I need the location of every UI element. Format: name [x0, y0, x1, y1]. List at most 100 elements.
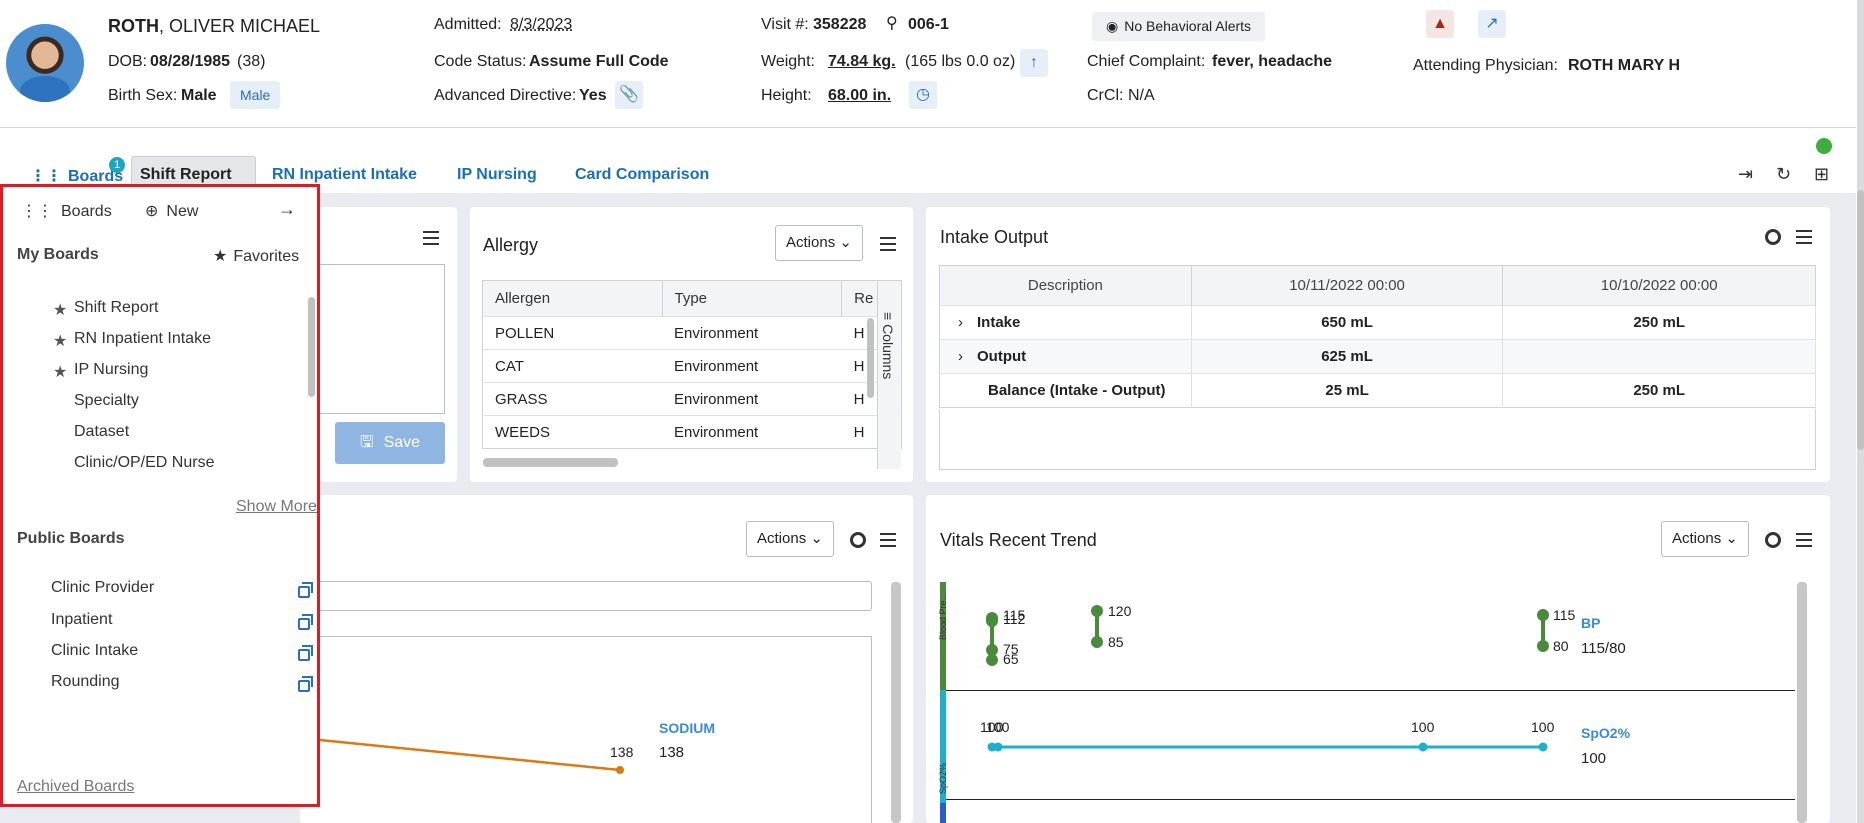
tab-card-comparison[interactable]: Card Comparison	[575, 166, 709, 184]
io-col-date2[interactable]: 10/10/2022 00:00	[1502, 265, 1816, 306]
tab-rn-inpatient-intake[interactable]: RN Inpatient Intake	[272, 166, 417, 184]
board-item-rn-inpatient-intake[interactable]: RN Inpatient Intake	[74, 330, 211, 348]
cell: POLLEN	[482, 316, 662, 350]
star-icon[interactable]: ★	[53, 331, 67, 351]
save-icon: 🖫	[359, 434, 374, 451]
table-row[interactable]: POLLEN Environment H	[482, 316, 902, 350]
bp-point-label: 80	[1553, 638, 1569, 654]
cell: 250 mL	[1502, 305, 1816, 340]
spo2-series	[987, 742, 1548, 752]
collapse-right-icon[interactable]: ⇥	[1738, 164, 1753, 185]
patient-name: ROTH, OLIVER MICHAEL	[108, 16, 321, 36]
table-row[interactable]: GRASS Environment H	[482, 382, 902, 416]
crcl-value: N/A	[1128, 87, 1155, 104]
row-label: Balance (Intake - Output)	[939, 373, 1192, 408]
labs-search-input[interactable]	[300, 581, 872, 611]
public-board-clinic-intake[interactable]: Clinic Intake	[51, 642, 138, 660]
allergy-vscroll[interactable]	[867, 318, 874, 398]
bp-point-label: 120	[1108, 603, 1132, 619]
notes-menu-icon[interactable]	[423, 231, 439, 245]
tab-shift-report[interactable]: Shift Report	[140, 166, 232, 184]
board-item-ip-nursing[interactable]: IP Nursing	[74, 361, 148, 379]
copy-icon[interactable]	[298, 645, 313, 661]
copy-icon[interactable]	[298, 676, 313, 692]
brain-icon: ◉	[1106, 18, 1119, 34]
star-icon[interactable]: ★	[53, 362, 67, 382]
cell: GRASS	[482, 382, 662, 416]
allergy-alert-icon[interactable]: ▲	[1426, 10, 1454, 38]
dob-value: 08/28/1985	[150, 53, 231, 70]
io-col-description[interactable]: Description	[939, 265, 1192, 306]
physician-label: Attending Physician:	[1413, 57, 1558, 74]
board-item-specialty[interactable]: Specialty	[74, 392, 139, 410]
allergy-hscroll[interactable]	[483, 458, 618, 467]
table-row[interactable]: › Intake 650 mL 250 mL	[939, 305, 1816, 340]
archived-boards-link[interactable]: Archived Boards	[17, 778, 134, 796]
tab-ip-nursing[interactable]: IP Nursing	[457, 166, 537, 184]
columns-label[interactable]: ≡ Columns	[880, 312, 896, 379]
behavioral-alerts-badge[interactable]: ◉ No Behavioral Alerts	[1092, 12, 1266, 41]
io-col-date1[interactable]: 10/11/2022 00:00	[1191, 265, 1504, 306]
page-scrollbar[interactable]	[1857, 190, 1864, 450]
table-row[interactable]: CAT Environment H	[482, 349, 902, 383]
admitted-value[interactable]: 8/3/2023	[510, 16, 572, 34]
copy-icon[interactable]	[298, 582, 313, 598]
labs-actions-button[interactable]: Actions ⌄	[746, 521, 834, 557]
birth-sex-value: Male	[181, 87, 217, 104]
paperclip-icon[interactable]: 📎	[615, 81, 643, 109]
chevron-down-icon: ⌄	[810, 530, 823, 547]
height-value[interactable]: 68.00 in.	[828, 87, 891, 105]
table-row[interactable]: Balance (Intake - Output) 25 mL 250 mL	[939, 373, 1816, 408]
board-item-dataset[interactable]: Dataset	[74, 423, 129, 441]
board-item-shift-report[interactable]: Shift Report	[74, 299, 158, 317]
notes-textarea[interactable]	[300, 264, 445, 414]
show-more-link[interactable]: Show More	[236, 498, 317, 516]
my-boards-scrollbar[interactable]	[308, 297, 315, 397]
public-board-rounding[interactable]: Rounding	[51, 673, 120, 691]
arrow-right-icon[interactable]: →	[278, 199, 296, 220]
allergy-col-allergen[interactable]: Allergen	[482, 280, 663, 317]
cell: Environment	[662, 349, 842, 383]
intake-menu-icon[interactable]	[1796, 230, 1812, 244]
vitals-vscroll[interactable]	[1797, 582, 1807, 823]
chart-link-icon[interactable]: ↗	[1478, 10, 1506, 38]
row-label: Intake	[977, 314, 1021, 331]
intake-settings-gear-icon[interactable]	[1765, 229, 1781, 245]
labs-settings-gear-icon[interactable]	[850, 532, 866, 548]
board-item-clinic-op-ed-nurse[interactable]: Clinic/OP/ED Nurse	[74, 454, 214, 472]
location-pin-icon: ⚲	[886, 15, 898, 32]
bp-latest-value: 115/80	[1581, 640, 1626, 657]
vitals-actions-button[interactable]: Actions ⌄	[1661, 521, 1749, 557]
vitals-settings-gear-icon[interactable]	[1765, 532, 1781, 548]
table-row[interactable]: › Output 625 mL	[939, 339, 1816, 374]
vitals-menu-icon[interactable]	[1796, 533, 1812, 547]
age-value: (38)	[237, 53, 266, 70]
new-board-button[interactable]: ⊕ New	[145, 201, 198, 221]
public-board-inpatient[interactable]: Inpatient	[51, 611, 112, 629]
weight-lbs: (165 lbs 0.0 oz)	[905, 53, 1016, 70]
favorites-filter[interactable]: ★ Favorites	[213, 246, 299, 266]
clock-icon[interactable]: ◷	[909, 81, 937, 109]
star-icon[interactable]: ★	[53, 300, 67, 320]
save-button[interactable]: 🖫 Save	[335, 422, 445, 464]
patient-avatar	[6, 24, 84, 102]
table-row[interactable]: WEEDS Environment H	[482, 415, 902, 449]
arrow-up-icon[interactable]: ↑	[1020, 49, 1048, 77]
bp-series-name: BP	[1581, 615, 1601, 631]
layout-grid-icon[interactable]: ⊞	[1814, 164, 1829, 185]
sodium-series-name: SODIUM	[659, 720, 715, 736]
cell: 25 mL	[1191, 373, 1504, 408]
allergy-title: Allergy	[483, 235, 539, 255]
flyout-boards-header[interactable]: ⋮⋮ Boards	[21, 201, 112, 221]
copy-icon[interactable]	[298, 614, 313, 630]
labs-menu-icon[interactable]	[880, 533, 896, 547]
refresh-icon[interactable]: ↻	[1776, 164, 1791, 185]
weight-value[interactable]: 74.84 kg.	[828, 53, 896, 71]
allergy-col-type[interactable]: Type	[662, 280, 843, 317]
chevron-right-icon[interactable]: ›	[958, 348, 963, 365]
allergy-menu-icon[interactable]	[880, 237, 896, 251]
allergy-actions-button[interactable]: Actions ⌄	[775, 225, 863, 261]
chevron-right-icon[interactable]: ›	[958, 314, 963, 331]
public-board-clinic-provider[interactable]: Clinic Provider	[51, 579, 154, 597]
labs-vscroll[interactable]	[891, 582, 901, 823]
